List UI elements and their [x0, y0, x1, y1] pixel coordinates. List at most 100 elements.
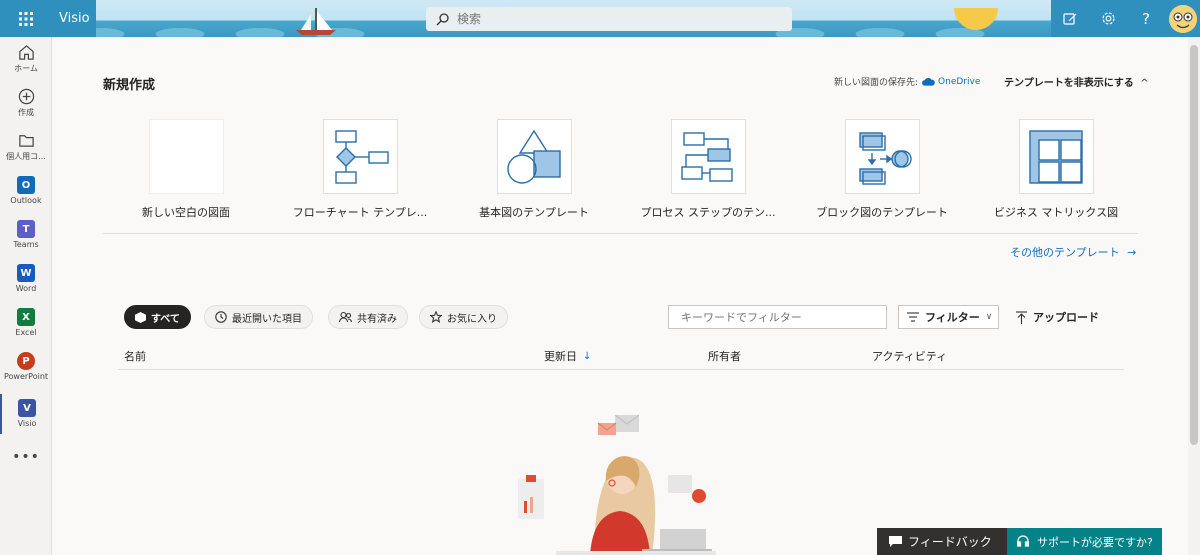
template-name: フローチャート テンプレ...: [292, 206, 428, 219]
rail-item-teams[interactable]: T Teams: [0, 220, 52, 264]
template-process-steps[interactable]: プロセス ステップのテン...: [633, 119, 783, 220]
template-thumbnail: [844, 119, 920, 194]
tab-recent[interactable]: 最近開いた項目: [204, 305, 313, 329]
search-input[interactable]: [457, 12, 777, 26]
template-thumbnail: [670, 119, 746, 194]
header-actions: ?: [1051, 0, 1200, 37]
rail-item-create[interactable]: 作成: [0, 88, 52, 132]
search-box[interactable]: [426, 7, 792, 31]
basic-shapes-icon: [507, 129, 561, 184]
rail-more-apps[interactable]: •••: [0, 449, 52, 469]
vertical-scrollbar[interactable]: [1188, 37, 1200, 555]
gear-icon: [1101, 12, 1115, 25]
tab-label: すべて: [151, 313, 180, 325]
app-name[interactable]: Visio: [52, 0, 96, 37]
process-steps-icon: [681, 131, 733, 182]
support-button[interactable]: サポートが必要ですか?: [1007, 528, 1162, 555]
clock-icon: [215, 311, 227, 323]
header-divider: [118, 369, 1124, 370]
rail-item-outlook[interactable]: O Outlook: [0, 176, 52, 220]
avatar[interactable]: [1169, 4, 1197, 33]
section-divider: [103, 233, 1138, 234]
hide-templates-button[interactable]: テンプレートを非表示にする ^: [1004, 74, 1149, 89]
rail-item-my-content[interactable]: 個人用コ...: [0, 132, 52, 176]
rail-item-visio[interactable]: V Visio: [0, 394, 52, 434]
people-icon: [339, 311, 352, 323]
more-icon: •••: [12, 449, 40, 465]
rail-label: ホーム: [14, 64, 38, 73]
feedback-label: フィードバック: [908, 535, 992, 549]
rail-item-excel[interactable]: X Excel: [0, 308, 52, 352]
feedback-button[interactable]: フィードバック: [877, 528, 1007, 555]
template-name: ビジネス マトリックス図: [993, 206, 1119, 219]
template-blank[interactable]: 新しい空白の図面: [111, 119, 261, 220]
column-header-label: 更新日: [544, 350, 577, 363]
filter-button[interactable]: フィルター ∨: [898, 305, 999, 329]
more-templates-label: その他のテンプレート: [1010, 246, 1120, 259]
rail-label: Word: [15, 284, 37, 293]
template-name: プロセス ステップのテン...: [640, 206, 776, 219]
add-circle-icon: [18, 88, 34, 105]
template-basic[interactable]: 基本図のテンプレート: [459, 119, 609, 220]
keyword-filter-box[interactable]: [668, 305, 887, 329]
support-label: サポートが必要ですか?: [1037, 535, 1153, 549]
column-header-name[interactable]: 名前: [124, 348, 146, 364]
tab-label: 最近開いた項目: [232, 313, 302, 325]
template-business-matrix[interactable]: ビジネス マトリックス図: [981, 119, 1131, 220]
app-launcher-button[interactable]: [0, 0, 52, 37]
template-thumbnail: [496, 119, 572, 194]
rail-item-word[interactable]: W Word: [0, 264, 52, 308]
upload-label: アップロード: [1033, 311, 1099, 324]
feedback-header-button[interactable]: [1051, 0, 1089, 37]
save-location-label: 新しい図面の保存先:: [834, 78, 919, 88]
rail-label: PowerPoint: [3, 372, 49, 381]
template-name: ブロック図のテンプレート: [816, 206, 948, 219]
tab-shared[interactable]: 共有済み: [328, 305, 408, 329]
tab-favorites[interactable]: お気に入り: [419, 305, 508, 329]
main-content: 新規作成 新しい図面の保存先: OneDrive テンプレートを非表示にする ^…: [52, 37, 1188, 555]
onedrive-label: OneDrive: [938, 76, 981, 87]
template-thumbnail: [1018, 119, 1094, 194]
save-location[interactable]: 新しい図面の保存先: OneDrive: [834, 75, 980, 89]
template-flowchart[interactable]: フローチャート テンプレ...: [285, 119, 435, 220]
search-icon: [436, 12, 449, 25]
cloud-icon: [922, 77, 935, 86]
rail-label: Teams: [13, 240, 39, 249]
rail-label: Visio: [17, 419, 37, 428]
upload-button[interactable]: アップロード: [1016, 309, 1099, 325]
empty-state-illustration: [518, 414, 716, 555]
outlook-icon: O: [17, 176, 35, 194]
filter-label: フィルター: [925, 311, 980, 324]
rail-item-powerpoint[interactable]: P PowerPoint: [0, 352, 52, 396]
block-diagram-icon: [859, 131, 912, 185]
waffle-icon: [19, 11, 33, 26]
template-block-diagram[interactable]: ブロック図のテンプレート: [807, 119, 957, 220]
template-thumbnail: [148, 119, 224, 194]
tab-all[interactable]: すべて: [124, 305, 191, 329]
business-matrix-icon: [1029, 129, 1083, 184]
onedrive-link[interactable]: OneDrive: [922, 77, 980, 87]
home-icon: [18, 45, 34, 60]
settings-button[interactable]: [1089, 0, 1127, 37]
upload-icon: [1016, 310, 1027, 324]
column-header-owner[interactable]: 所有者: [708, 348, 741, 364]
template-name: 新しい空白の図面: [142, 206, 230, 219]
column-header-modified[interactable]: 更新日 ↓: [544, 348, 591, 364]
top-bar: Visio ?: [0, 0, 1200, 37]
flowchart-icon: [335, 129, 389, 184]
chevron-up-icon: ^: [1140, 78, 1149, 89]
feedback-icon: [1063, 12, 1077, 25]
rail-label: 作成: [18, 108, 34, 117]
more-templates-link[interactable]: その他のテンプレート →: [1010, 244, 1136, 260]
scrollbar-thumb[interactable]: [1190, 45, 1198, 445]
column-header-activity[interactable]: アクティビティ: [872, 348, 947, 364]
rail-item-home[interactable]: ホーム: [0, 44, 52, 88]
chat-icon: [889, 536, 902, 547]
tab-label: お気に入り: [447, 313, 497, 325]
avatar-image: [1169, 4, 1197, 33]
keyword-filter-input[interactable]: [669, 306, 886, 329]
tab-label: 共有済み: [357, 313, 397, 325]
rail-label: Excel: [15, 328, 37, 337]
help-button[interactable]: ?: [1127, 0, 1165, 37]
word-icon: W: [17, 264, 35, 282]
